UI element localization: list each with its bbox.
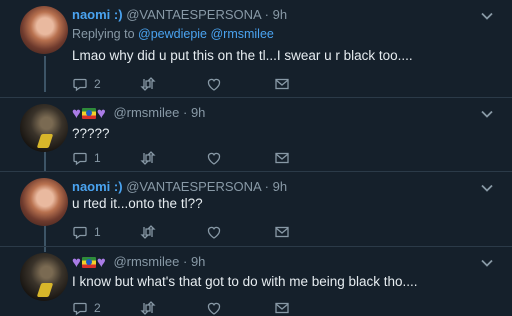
tweet[interactable]: ♥ ♥ @rmsmilee · 9h I know but what's tha… <box>0 247 512 316</box>
avatar[interactable] <box>20 104 68 152</box>
tweet-header: ♥ ♥ @rmsmilee · 9h <box>72 253 205 271</box>
heart-icon <box>207 152 221 165</box>
retweet-icon <box>140 77 156 91</box>
envelope-icon <box>275 302 289 314</box>
heart-icon <box>207 78 221 91</box>
chevron-down-icon[interactable] <box>480 107 494 121</box>
tweet[interactable]: naomi :) @VANTAESPERSONA · 9h u rted it.… <box>0 172 512 246</box>
separator-dot: · <box>182 105 188 120</box>
tweet-text: ????? <box>72 126 110 141</box>
timestamp[interactable]: 9h <box>273 7 287 22</box>
retweet-button[interactable] <box>140 76 156 92</box>
display-name[interactable]: naomi :) <box>72 179 123 194</box>
purple-heart-icon: ♥ <box>96 104 106 122</box>
like-button[interactable] <box>206 150 222 166</box>
reply-count: 2 <box>94 301 101 315</box>
tweet-header: naomi :) @VANTAESPERSONA · 9h <box>72 178 287 196</box>
tweet-text: u rted it...onto the tl?? <box>72 196 203 211</box>
chevron-down-icon[interactable] <box>480 181 494 195</box>
retweet-button[interactable] <box>140 224 156 240</box>
retweet-icon <box>140 225 156 239</box>
envelope-icon <box>275 226 289 238</box>
chevron-down-icon[interactable] <box>480 256 494 270</box>
user-handle[interactable]: @rmsmilee <box>113 105 179 120</box>
retweet-button[interactable] <box>140 150 156 166</box>
reply-count: 1 <box>94 225 101 239</box>
retweet-icon <box>140 151 156 165</box>
direct-message-button[interactable] <box>274 150 290 166</box>
replying-to-label: Replying to <box>72 27 139 41</box>
tweet-header: naomi :) @VANTAESPERSONA · 9h <box>72 6 287 24</box>
retweet-button[interactable] <box>140 300 156 316</box>
timestamp[interactable]: 9h <box>191 105 205 120</box>
tweet-text: I know but what's that got to do with me… <box>72 274 418 289</box>
avatar[interactable] <box>20 178 68 226</box>
retweet-icon <box>140 301 156 315</box>
purple-heart-icon: ♥ <box>72 104 81 122</box>
heart-icon <box>207 302 221 315</box>
reply-icon <box>73 302 87 316</box>
replying-to-mentions[interactable]: @pewdiepie @rmsmilee <box>138 27 274 41</box>
reply-icon <box>73 152 87 166</box>
direct-message-button[interactable] <box>274 76 290 92</box>
like-button[interactable] <box>206 224 222 240</box>
tweet-header: ♥ ♥ @rmsmilee · 9h <box>72 104 205 122</box>
timestamp[interactable]: 9h <box>191 254 205 269</box>
envelope-icon <box>275 78 289 90</box>
like-button[interactable] <box>206 300 222 316</box>
display-name[interactable]: naomi :) <box>72 7 123 22</box>
reply-icon <box>73 226 87 240</box>
tweet[interactable]: naomi :) @VANTAESPERSONA · 9h Replying t… <box>0 0 512 97</box>
reply-count: 2 <box>94 77 101 91</box>
direct-message-button[interactable] <box>274 224 290 240</box>
purple-heart-icon: ♥ <box>96 253 106 271</box>
user-handle[interactable]: @rmsmilee <box>113 254 179 269</box>
chevron-down-icon[interactable] <box>480 9 494 23</box>
direct-message-button[interactable] <box>274 300 290 316</box>
timestamp[interactable]: 9h <box>273 179 287 194</box>
user-handle[interactable]: @VANTAESPERSONA <box>126 179 261 194</box>
separator-dot: · <box>182 254 188 269</box>
reply-button[interactable]: 2 <box>72 76 101 92</box>
envelope-icon <box>275 152 289 164</box>
ethiopia-flag-icon <box>81 257 96 269</box>
reply-button[interactable]: 1 <box>72 150 101 166</box>
reply-button[interactable]: 2 <box>72 300 101 316</box>
avatar[interactable] <box>20 6 68 54</box>
reply-button[interactable]: 1 <box>72 224 101 240</box>
like-button[interactable] <box>206 76 222 92</box>
ethiopia-flag-icon <box>81 108 96 120</box>
tweet-text: Lmao why did u put this on the tl...I sw… <box>72 48 413 63</box>
heart-icon <box>207 226 221 239</box>
reply-icon <box>73 78 87 92</box>
tweet-thread: naomi :) @VANTAESPERSONA · 9h Replying t… <box>0 0 512 316</box>
tweet[interactable]: ♥ ♥ @rmsmilee · 9h ????? 1 <box>0 98 512 171</box>
display-name[interactable]: ♥ ♥ <box>72 104 106 122</box>
avatar[interactable] <box>20 253 68 301</box>
purple-heart-icon: ♥ <box>72 253 81 271</box>
separator-dot: · <box>264 7 269 22</box>
user-handle[interactable]: @VANTAESPERSONA <box>126 7 261 22</box>
display-name[interactable]: ♥ ♥ <box>72 253 106 271</box>
replying-to: Replying to @pewdiepie @rmsmilee <box>72 27 274 41</box>
reply-count: 1 <box>94 151 101 165</box>
separator-dot: · <box>264 179 269 194</box>
